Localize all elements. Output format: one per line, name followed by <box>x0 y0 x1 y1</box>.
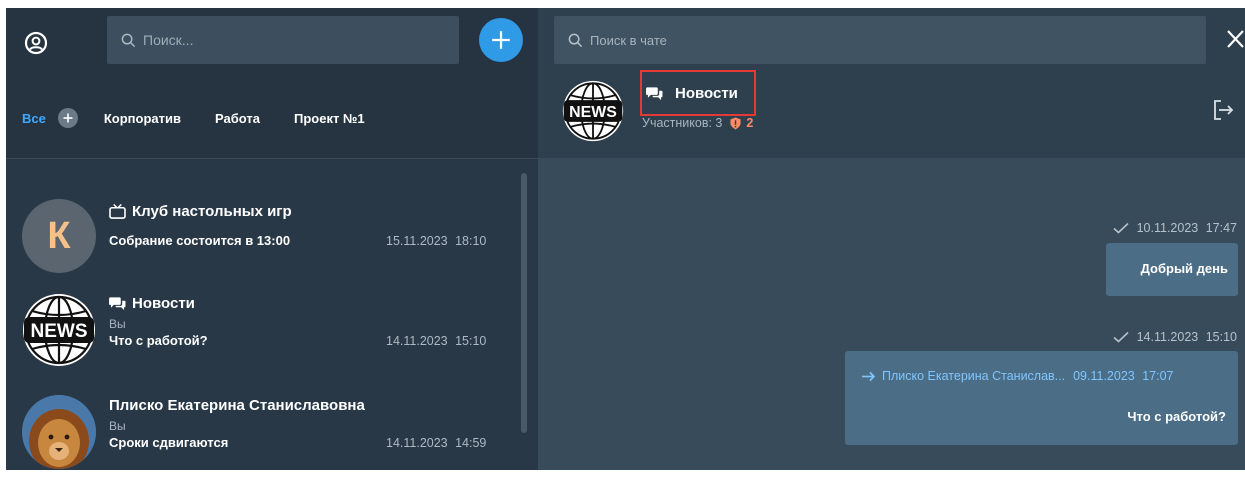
chat-bubbles-icon <box>646 87 663 101</box>
message-text: Что с работой? <box>1127 409 1226 424</box>
chat-view-pane: NEWS Новости Участников: 3 <box>538 8 1245 470</box>
shield-warning-icon <box>730 117 741 129</box>
warning-badge[interactable]: 2 <box>730 116 753 130</box>
chat-header: NEWS Новости Участников: 3 <box>538 8 1245 158</box>
search-icon <box>121 33 136 47</box>
forwarded-from[interactable]: Плиско Екатерина Станислав... 09.11.2023… <box>861 369 1174 383</box>
chat-title-text: Клуб настольных игр <box>132 203 292 220</box>
tv-icon <box>109 204 126 219</box>
chat-last-message: Сроки сдвигаются <box>109 435 229 450</box>
leave-chat-icon[interactable] <box>1211 98 1235 122</box>
chat-title-text: Новости <box>132 295 195 312</box>
news-avatar: NEWS <box>22 293 96 367</box>
new-chat-button[interactable] <box>479 18 523 62</box>
add-folder-button[interactable] <box>57 108 78 128</box>
message-text: Добрый день <box>1140 261 1228 276</box>
folder-tabs: Все Корпоратив Работа Проект №1 <box>22 103 399 133</box>
chat-bubbles-icon <box>109 297 126 311</box>
search-icon <box>568 33 583 47</box>
chat-sender: Вы <box>109 419 126 433</box>
checkmark-icon <box>1113 331 1129 343</box>
chat-sender: Вы <box>109 317 126 331</box>
tab-corporate[interactable]: Корпоратив <box>104 111 181 126</box>
chat-header-title[interactable]: Новости <box>646 85 738 102</box>
news-avatar-text: NEWS <box>31 321 88 342</box>
tab-project-1[interactable]: Проект №1 <box>294 111 365 126</box>
user-profile-icon[interactable] <box>24 31 48 55</box>
avatar: К <box>22 199 96 273</box>
left-header: Все Корпоратив Работа Проект №1 <box>6 8 538 158</box>
arrow-right-icon <box>862 371 876 381</box>
chat-list: К Клуб настольных игр Собрание состоится… <box>6 159 538 470</box>
chat-list-scrollbar[interactable] <box>521 173 527 433</box>
chat-last-message: Собрание состоится в 13:00 <box>109 233 291 248</box>
close-icon[interactable] <box>1225 28 1245 50</box>
chat-item-news[interactable]: NEWS Новости Вы Что с работой? 14.11.202… <box>6 277 516 377</box>
forward-date: 09.11.2023 17:07 <box>1073 369 1174 383</box>
message-meta: 10.11.2023 17:47 <box>1113 221 1237 235</box>
chat-search-input[interactable] <box>143 32 443 48</box>
messenger-app: Все Корпоратив Работа Проект №1 К <box>6 8 1245 470</box>
message-datetime: 14.11.2023 15:10 <box>1136 330 1237 344</box>
chat-title-text: Плиско Екатерина Станиславовна <box>109 397 365 414</box>
chat-datetime: 15.11.2023 18:10 <box>386 234 487 248</box>
message-meta: 14.11.2023 15:10 <box>1113 330 1237 344</box>
chat-header-title-text: Новости <box>675 85 738 102</box>
header-avatar-text: NEWS <box>569 104 617 121</box>
tab-work[interactable]: Работа <box>215 111 260 126</box>
chat-last-message: Что с работой? <box>109 333 208 348</box>
chat-title: Плиско Екатерина Станиславовна <box>109 397 365 414</box>
tab-all[interactable]: Все <box>22 111 46 126</box>
chat-list-pane: Все Корпоратив Работа Проект №1 К <box>6 8 538 470</box>
forwarded-message-bubble[interactable]: Плиско Екатерина Станислав... 09.11.2023… <box>845 351 1238 445</box>
chat-title: Новости <box>109 295 195 312</box>
globe-news-icon: NEWS <box>23 294 95 366</box>
chat-search-box[interactable] <box>107 16 459 64</box>
forward-author: Плиско Екатерина Станислав... <box>882 369 1066 383</box>
avatar-letter: К <box>47 214 71 257</box>
plus-icon <box>63 113 73 123</box>
chat-title: Клуб настольных игр <box>109 203 292 220</box>
lion-avatar <box>22 395 96 469</box>
plus-icon <box>492 31 510 49</box>
checkmark-icon <box>1113 222 1129 234</box>
globe-news-icon: NEWS <box>562 80 624 142</box>
warning-count: 2 <box>746 116 754 130</box>
chat-datetime: 14.11.2023 14:59 <box>386 436 487 450</box>
lion-photo-icon <box>22 395 96 469</box>
members-count: Участников: 3 <box>642 116 723 130</box>
chat-datetime: 14.11.2023 15:10 <box>386 334 487 348</box>
in-chat-search-input[interactable] <box>590 32 1190 48</box>
chat-item-board-games[interactable]: К Клуб настольных игр Собрание состоится… <box>6 177 516 277</box>
message-bubble[interactable]: Добрый день <box>1106 243 1238 296</box>
chat-members-info: Участников: 3 2 <box>642 116 753 130</box>
in-chat-search-box[interactable] <box>554 16 1206 64</box>
chat-header-avatar: NEWS <box>562 80 624 142</box>
chat-item-plisko[interactable]: Плиско Екатерина Станиславовна Вы Сроки … <box>6 379 516 479</box>
message-datetime: 10.11.2023 17:47 <box>1136 221 1237 235</box>
